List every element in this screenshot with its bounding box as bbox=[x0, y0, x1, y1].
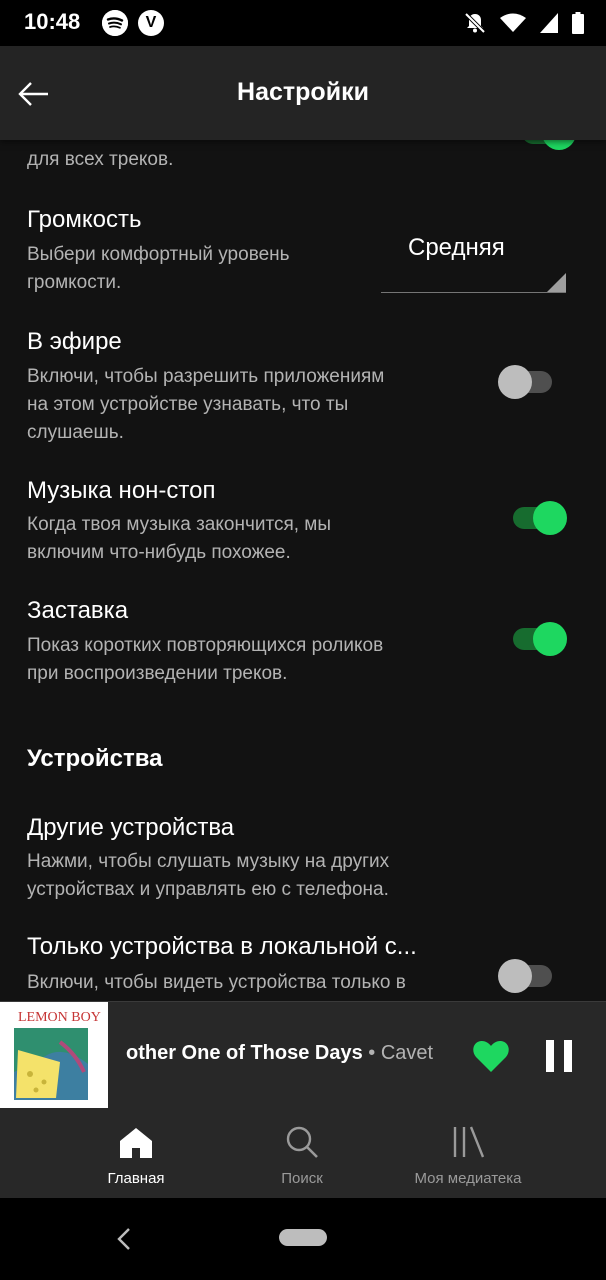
home-icon bbox=[120, 1128, 152, 1158]
autoplay-desc-2: включим что-нибудь похожее. bbox=[27, 542, 291, 563]
on-air-title: В эфире bbox=[27, 328, 122, 355]
nav-search-label: Поиск bbox=[281, 1170, 323, 1187]
canvas-title: Заставка bbox=[27, 597, 129, 624]
on-air-desc-1: Включи, чтобы разрешить приложениям bbox=[27, 366, 385, 387]
volume-dropdown-value: Средняя bbox=[408, 234, 505, 261]
pause-button[interactable] bbox=[546, 1040, 572, 1072]
track-artist: Cavet bbox=[380, 1042, 434, 1064]
autoplay-title: Музыка нон-стоп bbox=[27, 477, 216, 504]
on-air-desc-3: слушаешь. bbox=[27, 422, 124, 443]
other-devices-desc-2: устройствах и управлять ею с телефона. bbox=[27, 879, 389, 900]
canvas-desc-1: Показ коротких повторяющихся роликов bbox=[27, 635, 384, 656]
local-devices-desc-1: Включи, чтобы видеть устройства только в bbox=[27, 972, 406, 993]
volume-desc-1: Выбери комфортный уровень bbox=[27, 244, 290, 265]
local-devices-title: Только устройства в локальной с... bbox=[27, 933, 417, 960]
dropdown-arrow-icon bbox=[547, 273, 566, 292]
nav-library[interactable]: Моя медиатека bbox=[398, 1108, 538, 1198]
battery-icon bbox=[572, 12, 584, 34]
status-bar: 10:48 V bbox=[0, 0, 606, 46]
cover-text: LEMON BOY bbox=[18, 1010, 101, 1025]
other-devices-desc-1: Нажми, чтобы слушать музыку на других bbox=[27, 851, 390, 872]
spotify-icon bbox=[102, 10, 128, 36]
album-cover[interactable]: LEMON BOY bbox=[0, 1002, 108, 1109]
local-devices-toggle[interactable] bbox=[498, 957, 558, 997]
nav-library-label: Моя медиатека bbox=[414, 1170, 522, 1187]
bottom-navigation: Главная Поиск Моя медиатека bbox=[0, 1108, 606, 1198]
signal-icon bbox=[540, 13, 558, 33]
status-time: 10:48 bbox=[24, 9, 81, 34]
track-separator: • bbox=[368, 1042, 376, 1064]
nav-home-label: Главная bbox=[107, 1170, 165, 1187]
heart-icon[interactable] bbox=[472, 1038, 510, 1074]
notifications-off-icon bbox=[464, 12, 486, 34]
track-title: other One of Those Days bbox=[126, 1042, 363, 1064]
wifi-icon bbox=[500, 13, 526, 32]
v-app-icon: V bbox=[138, 10, 164, 36]
volume-dropdown[interactable]: Средняя bbox=[381, 220, 566, 293]
search-icon bbox=[286, 1126, 318, 1158]
canvas-toggle[interactable] bbox=[507, 620, 567, 660]
partial-setting-desc: для всех треков. bbox=[27, 149, 174, 170]
autoplay-toggle[interactable] bbox=[507, 499, 567, 539]
volume-desc-2: громкости. bbox=[27, 272, 122, 293]
nav-search[interactable]: Поиск bbox=[232, 1108, 372, 1198]
nav-home[interactable]: Главная bbox=[66, 1108, 206, 1198]
system-navigation-bar bbox=[0, 1198, 606, 1280]
partial-setting-toggle[interactable] bbox=[516, 140, 576, 154]
mini-player[interactable]: LEMON BOY other One of Those Days • Cave… bbox=[0, 1001, 606, 1109]
now-playing-text[interactable]: other One of Those Days • Cavet bbox=[126, 1042, 456, 1072]
library-icon bbox=[453, 1126, 485, 1158]
other-devices-title: Другие устройства bbox=[27, 814, 235, 841]
settings-header: Настройки bbox=[0, 46, 606, 140]
system-home-pill[interactable] bbox=[279, 1229, 327, 1246]
on-air-toggle[interactable] bbox=[498, 363, 558, 403]
page-title: Настройки bbox=[237, 78, 369, 106]
settings-list[interactable]: для всех треков. Громкость Выбери комфор… bbox=[0, 140, 606, 1001]
devices-section-title: Устройства bbox=[27, 745, 163, 772]
on-air-desc-2: на этом устройстве узнавать, что ты bbox=[27, 394, 349, 415]
autoplay-desc-1: Когда твоя музыка закончится, мы bbox=[27, 514, 332, 535]
canvas-desc-2: при воспроизведении треков. bbox=[27, 663, 288, 684]
volume-title: Громкость bbox=[27, 206, 142, 233]
system-back-icon[interactable] bbox=[112, 1224, 136, 1254]
